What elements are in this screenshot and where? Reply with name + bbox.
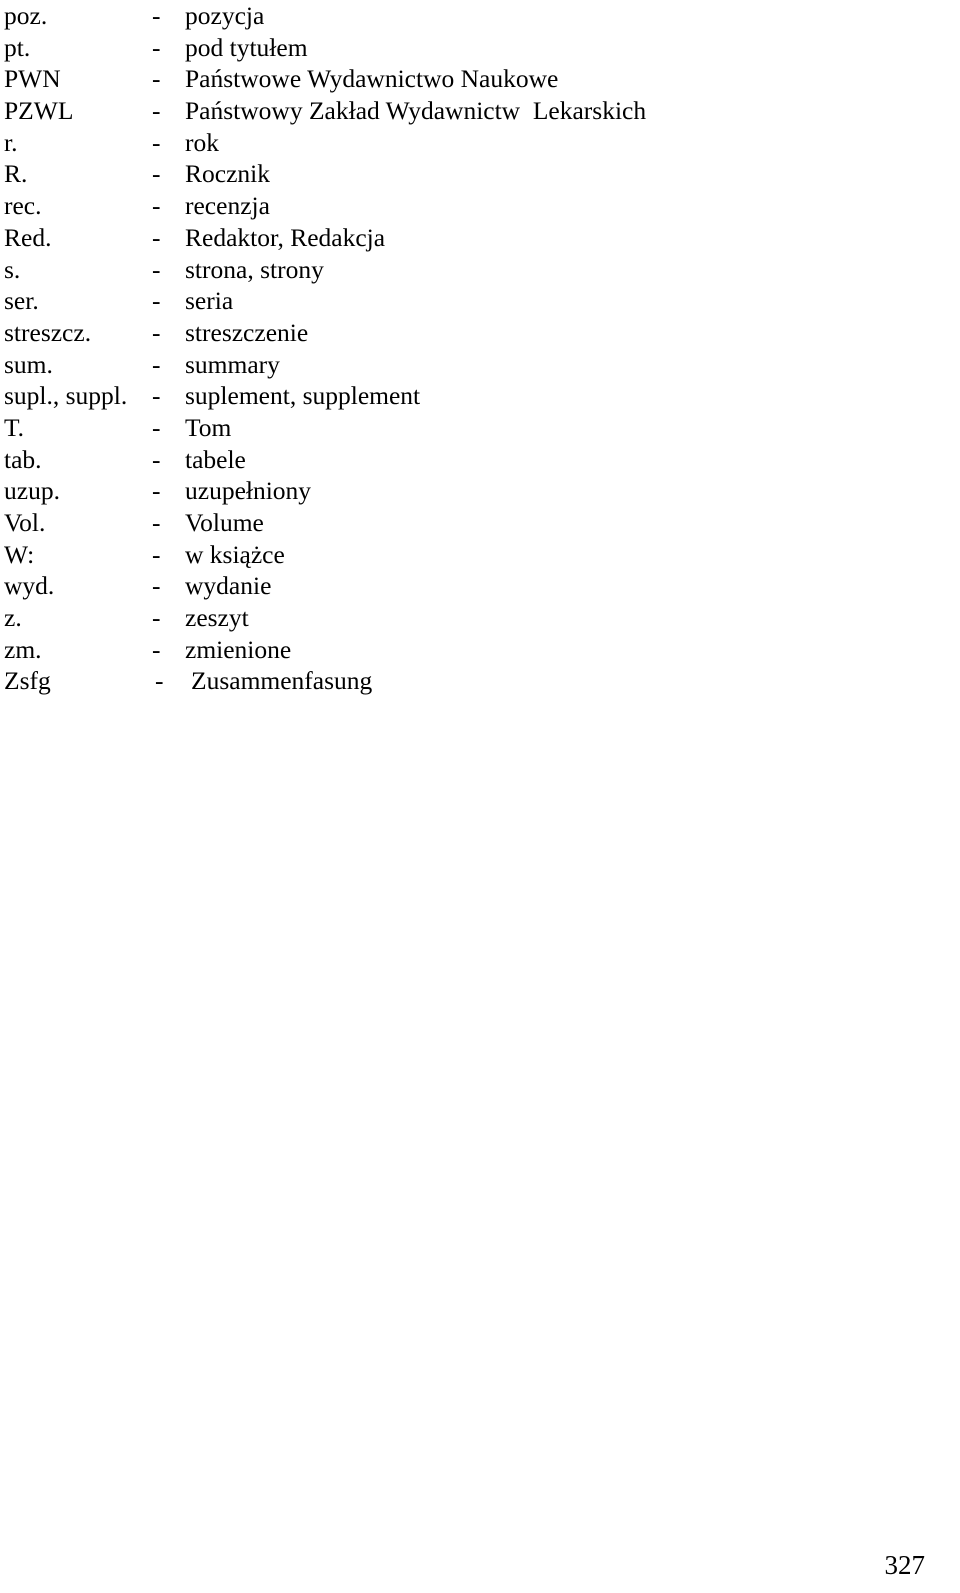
abbreviation-row: rec. - recenzja <box>4 190 904 222</box>
abbreviation-definition: recenzja <box>185 191 270 221</box>
abbreviation-term: wyd. <box>4 571 55 601</box>
abbreviation-row: zm. - zmienione <box>4 634 904 666</box>
abbreviation-term: s. <box>4 254 21 284</box>
abbreviation-term: Red. <box>4 222 52 252</box>
abbreviation-term: zm. <box>4 634 42 664</box>
abbreviation-row: poz. - pozycja <box>4 0 904 32</box>
abbreviation-separator: - <box>155 666 164 696</box>
abbreviation-row: ser. - seria <box>4 285 904 317</box>
abbreviation-separator: - <box>152 159 161 189</box>
abbreviation-row: r. - rok <box>4 127 904 159</box>
abbreviation-separator: - <box>152 508 161 537</box>
abbreviation-separator: - <box>152 444 161 474</box>
abbreviation-separator: - <box>152 476 161 506</box>
abbreviation-row: T. - Tom <box>4 412 904 444</box>
abbreviation-definition: suplement, supplement <box>185 381 421 411</box>
abbreviation-separator: - <box>152 317 161 347</box>
abbreviation-separator: - <box>152 349 161 379</box>
abbreviation-term: supl., suppl. <box>4 381 128 411</box>
abbreviation-row: R. - Rocznik <box>4 158 904 190</box>
abbreviation-definition: Zusammenfasung <box>191 666 373 696</box>
abbreviation-row: pt. - pod tytułem <box>4 32 904 64</box>
abbreviation-term: R. <box>4 159 28 189</box>
abbreviation-definition: strona, strony <box>185 254 324 284</box>
abbreviation-definition: tabele <box>185 444 246 474</box>
abbreviation-row: Red. - Redaktor, Redakcja <box>4 222 904 254</box>
abbreviation-term: PWN <box>4 64 61 94</box>
abbreviation-definition: rok <box>185 127 219 157</box>
abbreviation-row: Zsfg - Zusammenfasung <box>4 665 904 697</box>
abbreviation-separator: - <box>152 412 161 442</box>
abbreviation-definition: zeszyt <box>185 603 249 633</box>
abbreviation-row: supl., suppl. - suplement, supplement <box>4 380 904 412</box>
document-page: poz. - pozycja pt. - pod tytułem PWN - Państwowe… <box>0 0 960 1593</box>
abbreviation-separator: - <box>152 64 161 94</box>
abbreviation-term: PZWL <box>4 96 74 126</box>
abbreviation-term: streszcz. <box>4 317 92 347</box>
abbreviation-separator: - <box>152 191 161 221</box>
abbreviation-definition: streszczenie <box>185 317 309 347</box>
abbreviation-term: Zsfg <box>4 666 51 696</box>
abbreviation-row: W: - w książce <box>4 539 904 571</box>
abbreviation-term: r. <box>4 127 18 157</box>
abbreviation-row: z. - zeszyt <box>4 602 904 634</box>
abbreviation-definition: uzupełniony <box>185 476 312 506</box>
abbreviation-term: poz. <box>4 1 48 30</box>
abbreviation-definition: Volume <box>185 508 264 537</box>
abbreviation-separator: - <box>152 127 161 157</box>
abbreviation-definition: pod tytułem <box>185 32 308 62</box>
abbreviation-definition: Państwowy Zakład Wydawnictw Lekarskich <box>185 96 647 126</box>
abbreviation-separator: - <box>152 571 161 601</box>
abbreviation-term: T. <box>4 412 25 442</box>
abbreviation-separator: - <box>152 634 161 664</box>
abbreviation-term: ser. <box>4 286 39 316</box>
abbreviation-definition: w książce <box>185 539 285 569</box>
abbreviation-row: streszcz. - streszczenie <box>4 317 904 349</box>
abbreviation-row: PWN - Państwowe Wydawnictwo Naukowe <box>4 63 904 95</box>
page-number: 327 <box>884 1550 926 1580</box>
abbreviation-row: PZWL - Państwowy Zakład Wydawnictw Lekarsk… <box>4 95 904 127</box>
abbreviation-definition: Redaktor, Redakcja <box>185 222 386 252</box>
abbreviation-term: pt. <box>4 32 31 62</box>
abbreviation-definition: zmienione <box>185 634 292 664</box>
abbreviation-separator: - <box>152 254 161 284</box>
abbreviation-definition: Tom <box>185 412 232 442</box>
abbreviation-separator: - <box>152 96 161 126</box>
abbreviation-row: sum. - summary <box>4 349 904 381</box>
abbreviation-definition: Państwowe Wydawnictwo Naukowe <box>185 64 559 94</box>
abbreviation-definition: seria <box>185 286 234 316</box>
abbreviation-term: rec. <box>4 191 42 221</box>
abbreviation-definition: wydanie <box>185 571 272 601</box>
abbreviation-term: uzup. <box>4 476 60 506</box>
abbreviation-separator: - <box>152 381 161 411</box>
abbreviation-separator: - <box>152 1 161 30</box>
abbreviation-row: s. - strona, strony <box>4 254 904 286</box>
abbreviation-term: Vol. <box>4 508 46 537</box>
abbreviation-row: wyd. - wydanie <box>4 570 904 602</box>
abbreviation-list: poz. - pozycja pt. - pod tytułem PWN - Państwowe… <box>4 0 904 697</box>
abbreviation-term: sum. <box>4 349 53 379</box>
abbreviation-separator: - <box>152 222 161 252</box>
abbreviation-term: tab. <box>4 444 42 474</box>
abbreviation-row: tab. - tabele <box>4 444 904 476</box>
abbreviation-separator: - <box>152 603 161 633</box>
abbreviation-row: uzup. - uzupełniony <box>4 475 904 507</box>
abbreviation-definition: pozycja <box>185 1 265 30</box>
abbreviation-definition: summary <box>185 349 280 379</box>
abbreviation-separator: - <box>152 286 161 316</box>
abbreviation-term: W: <box>4 539 35 569</box>
abbreviation-separator: - <box>152 32 161 62</box>
abbreviation-row: Vol. - Volume <box>4 507 904 539</box>
abbreviation-term: z. <box>4 603 22 633</box>
abbreviation-definition: Rocznik <box>185 159 270 189</box>
abbreviation-separator: - <box>152 539 161 569</box>
